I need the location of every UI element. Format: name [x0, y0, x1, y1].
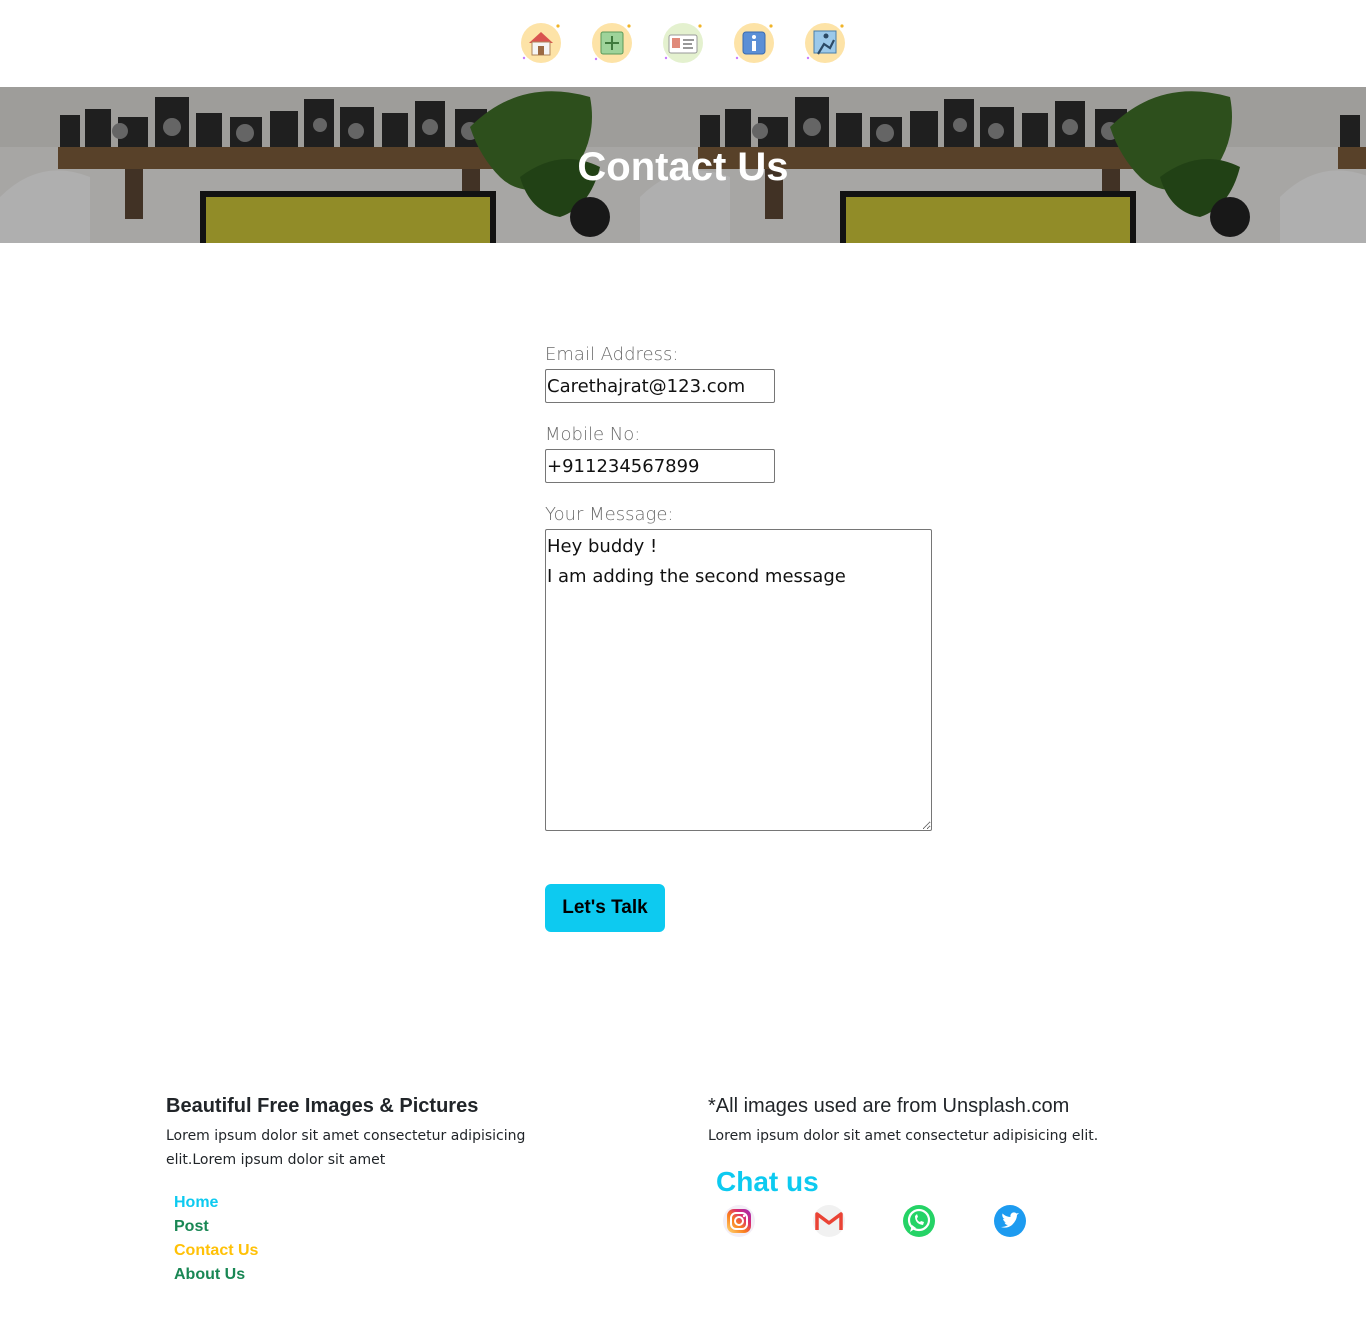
gmail-icon	[813, 1205, 845, 1237]
lets-talk-button[interactable]: Let's Talk	[545, 884, 665, 932]
message-label: Your Message:	[545, 504, 674, 525]
top-nav	[0, 0, 1366, 87]
hero-banner: Contact Us	[0, 87, 1366, 243]
chat-us-title: Chat us	[716, 1166, 819, 1197]
message-line: I am adding the second message	[547, 566, 846, 587]
twitter-link[interactable]	[993, 1204, 1027, 1238]
message-line: Hey buddy !	[547, 536, 658, 557]
instagram-icon	[723, 1205, 755, 1237]
page-title: Contact Us	[577, 145, 789, 189]
info-icon	[734, 23, 774, 63]
footer-heading: Beautiful Free Images & Pictures	[166, 1095, 479, 1117]
nav-home-icon[interactable]	[518, 20, 564, 66]
nav-user-icon[interactable]	[802, 20, 848, 66]
footer-credits-heading: *All images used are from Unsplash.com	[708, 1095, 1070, 1117]
footer-link-about[interactable]: About Us	[174, 1266, 245, 1283]
footer: Beautiful Free Images & Pictures Lorem i…	[0, 1080, 1366, 1332]
message-textarea[interactable]: Hey buddy ! I am adding the second messa…	[545, 529, 932, 831]
gmail-link[interactable]	[812, 1204, 846, 1238]
footer-links: Home Post Contact Us About Us	[174, 1190, 258, 1286]
mobile-label: Mobile No:	[545, 424, 641, 445]
nav-post-icon[interactable]	[589, 20, 635, 66]
footer-description: Lorem ipsum dolor sit amet consectetur a…	[166, 1128, 526, 1168]
footer-link-home[interactable]: Home	[174, 1194, 218, 1211]
footer-link-post[interactable]: Post	[174, 1218, 209, 1235]
footer-credits: *All images used are from Unsplash.com L…	[708, 1094, 1228, 1148]
whatsapp-link[interactable]	[902, 1204, 936, 1238]
twitter-icon	[994, 1205, 1026, 1237]
footer-credits-text: Lorem ipsum dolor sit amet consectetur a…	[708, 1128, 1099, 1144]
add-post-icon	[592, 23, 632, 63]
whatsapp-icon	[903, 1205, 935, 1237]
contact-card-icon	[663, 23, 703, 63]
home-icon	[521, 23, 561, 63]
mobile-field[interactable]	[545, 449, 775, 483]
nav-about-icon[interactable]	[731, 20, 777, 66]
instagram-link[interactable]	[722, 1204, 756, 1238]
footer-link-contact[interactable]: Contact Us	[174, 1242, 258, 1259]
email-field[interactable]	[545, 369, 775, 403]
footer-about: Beautiful Free Images & Pictures Lorem i…	[166, 1094, 526, 1172]
email-label: Email Address:	[545, 344, 679, 365]
nav-contact-icon[interactable]	[660, 20, 706, 66]
user-activity-icon	[805, 23, 845, 63]
